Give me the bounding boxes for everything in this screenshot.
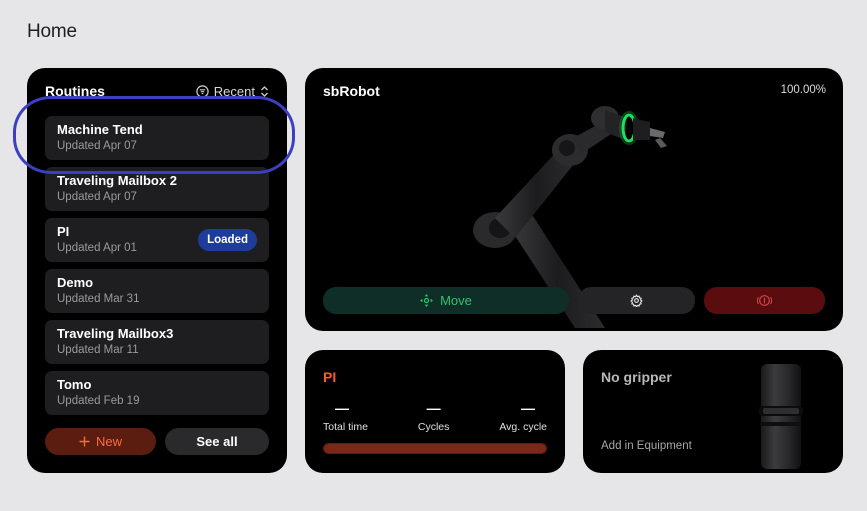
- plus-icon: [79, 436, 90, 447]
- routine-item-demo[interactable]: Demo Updated Mar 31: [45, 269, 269, 313]
- add-in-equipment-link[interactable]: Add in Equipment: [601, 440, 692, 452]
- routine-name: Traveling Mailbox 2: [57, 173, 177, 188]
- routine-progress-bar: [323, 443, 547, 454]
- cycles-label: Cycles: [417, 421, 450, 433]
- stat-total-time: — Total time: [323, 400, 368, 433]
- routine-item-machine-tend[interactable]: Machine Tend Updated Apr 07: [45, 116, 269, 160]
- total-time-label: Total time: [323, 421, 368, 433]
- routine-item-pi[interactable]: PI Updated Apr 01 Loaded: [45, 218, 269, 262]
- routine-item-tomo[interactable]: Tomo Updated Feb 19: [45, 371, 269, 415]
- routine-updated: Updated Mar 11: [57, 344, 139, 356]
- gripper-card[interactable]: No gripper Add in Equipment: [583, 350, 843, 473]
- new-routine-button[interactable]: New: [45, 428, 156, 455]
- robot-name: sbRobot: [323, 83, 380, 99]
- robot-settings-button[interactable]: [578, 287, 695, 314]
- emergency-stop-icon: [757, 295, 772, 306]
- routines-card: Routines Recent Machine Tend Updated Apr…: [27, 68, 287, 473]
- robot-controls: Move: [323, 287, 825, 314]
- routine-item-traveling-mailbox-2[interactable]: Traveling Mailbox 2 Updated Apr 07: [45, 167, 269, 211]
- loaded-badge: Loaded: [198, 229, 257, 251]
- total-time-value: —: [335, 400, 349, 416]
- routine-stats-card[interactable]: PI — Total time — Cycles — Avg. cycle: [305, 350, 565, 473]
- avg-cycle-label: Avg. cycle: [499, 421, 547, 433]
- avg-cycle-value: —: [521, 400, 535, 416]
- routine-name: Tomo: [57, 377, 92, 392]
- page-title: Home: [27, 21, 77, 42]
- move-button[interactable]: Move: [323, 287, 569, 314]
- loaded-routine-name: PI: [323, 369, 337, 385]
- routine-updated: Updated Apr 07: [57, 191, 137, 203]
- routine-updated: Updated Feb 19: [57, 395, 140, 407]
- tool-flange-illustration: [759, 364, 803, 469]
- stats-columns: — Total time — Cycles — Avg. cycle: [323, 400, 547, 433]
- filter-icon: [196, 84, 209, 98]
- gear-icon: [630, 294, 643, 307]
- routine-updated: Updated Mar 31: [57, 293, 140, 305]
- sort-label: Recent: [213, 83, 255, 99]
- move-arrows-icon: [420, 294, 434, 307]
- see-all-button[interactable]: See all: [165, 428, 269, 455]
- routine-progress-fill: [324, 444, 546, 453]
- stat-cycles: — Cycles: [418, 400, 450, 433]
- routines-title: Routines: [45, 83, 105, 99]
- stat-avg-cycle: — Avg. cycle: [499, 400, 547, 433]
- chevron-up-down-icon: [261, 85, 268, 97]
- robot-card: sbRobot 100.00% Move: [305, 68, 843, 331]
- cycles-value: —: [426, 400, 441, 416]
- routine-list: Machine Tend Updated Apr 07 Traveling Ma…: [45, 116, 269, 422]
- new-label: New: [95, 434, 122, 449]
- routine-name: Traveling Mailbox3: [57, 326, 174, 341]
- move-label: Move: [440, 293, 472, 308]
- routines-header: Routines Recent: [45, 82, 269, 100]
- sort-dropdown[interactable]: Recent: [196, 84, 269, 99]
- emergency-stop-button[interactable]: [704, 287, 825, 314]
- routine-item-traveling-mailbox3[interactable]: Traveling Mailbox3 Updated Mar 11: [45, 320, 269, 364]
- routine-name: Machine Tend: [57, 122, 143, 137]
- gripper-title: No gripper: [601, 369, 672, 385]
- routine-updated: Updated Apr 07: [57, 140, 137, 152]
- routines-footer: New See all: [45, 428, 269, 455]
- routine-name: Demo: [57, 275, 94, 290]
